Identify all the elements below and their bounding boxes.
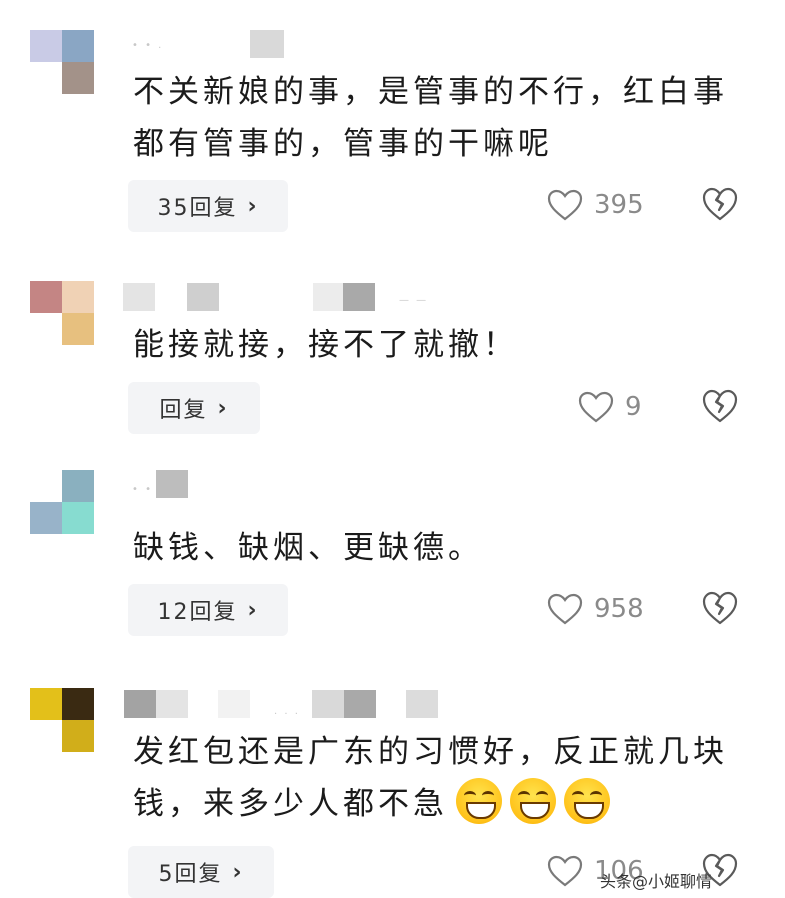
heart-outline-icon <box>578 391 614 423</box>
username-blurred[interactable]: • • <box>130 470 190 498</box>
chevron-right-icon: › <box>217 395 229 421</box>
comment-text: 缺钱、缺烟、更缺德。 <box>133 530 483 566</box>
username-blurred[interactable]: — — <box>123 283 453 311</box>
reply-button[interactable]: 12回复 › <box>128 584 288 636</box>
comment-text: 能接就接，接不了就撤！ <box>133 327 518 363</box>
like-button[interactable]: 958 <box>546 592 644 626</box>
like-count: 395 <box>594 190 644 220</box>
like-button[interactable]: 9 <box>577 390 642 424</box>
heart-outline-icon <box>547 855 583 887</box>
comment-text: 发红包还是广东的习惯好，反正就几块钱，来多少人都不急 <box>133 726 753 830</box>
heart-outline-icon <box>547 593 583 625</box>
username-blurred[interactable]: • • . <box>130 30 290 58</box>
reply-label: 回复 <box>159 398 208 423</box>
broken-heart-icon[interactable] <box>700 185 740 223</box>
avatar[interactable] <box>30 281 94 345</box>
like-count: 958 <box>594 594 644 624</box>
reply-label: 12回复 <box>157 600 238 625</box>
reply-button[interactable]: 35回复 › <box>128 180 288 232</box>
heart-outline-icon <box>547 189 583 221</box>
comment-text-content: 发红包还是广东的习惯好，反正就几块钱，来多少人都不急 <box>133 734 728 822</box>
grinning-squint-face-icon <box>564 778 610 824</box>
chevron-right-icon: › <box>247 597 259 623</box>
broken-heart-icon[interactable] <box>700 387 740 425</box>
like-button[interactable]: 395 <box>546 188 644 222</box>
like-count: 9 <box>625 392 642 422</box>
watermark-text: 头条@小姬聊情 <box>600 872 713 891</box>
grinning-squint-face-icon <box>510 778 556 824</box>
reply-button[interactable]: 回复 › <box>128 382 260 434</box>
reply-label: 35回复 <box>157 196 238 221</box>
username-blurred[interactable]: . . . <box>124 690 444 718</box>
avatar[interactable] <box>30 30 94 94</box>
broken-heart-icon[interactable] <box>700 589 740 627</box>
avatar[interactable] <box>30 688 94 752</box>
avatar[interactable] <box>30 470 94 534</box>
reply-button[interactable]: 5回复 › <box>128 846 274 898</box>
comment-text: 不关新娘的事，是管事的不行，红白事都有管事的，管事的干嘛呢 <box>133 74 728 162</box>
chevron-right-icon: › <box>247 193 259 219</box>
chevron-right-icon: › <box>232 859 244 885</box>
grinning-squint-face-icon <box>456 778 502 824</box>
reply-label: 5回复 <box>158 862 223 887</box>
